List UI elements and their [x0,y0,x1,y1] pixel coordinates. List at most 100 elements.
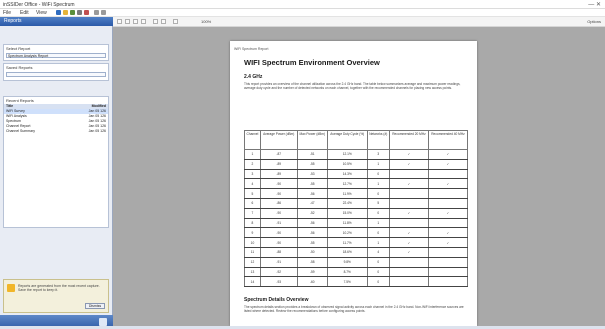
table-cell: 12.1% [327,149,368,160]
table-cell: 10.2% [327,227,368,239]
table-cell: 0 [366,227,391,239]
table-cell: 12.7% [327,178,368,190]
table-cell: -56 [296,188,329,199]
column-header: Channel [244,130,261,150]
recent-reports-label: Recent Reports [6,98,34,103]
export-icon[interactable] [84,10,89,15]
table-cell: 9 [244,227,261,239]
next-page-icon[interactable] [133,19,138,24]
open-folder-icon[interactable] [63,10,68,15]
table-cell: -90 [259,188,298,199]
table-cell: 2 [244,159,261,170]
save-icon[interactable] [70,10,75,15]
last-page-icon[interactable] [141,19,146,24]
table-cell: 6 [244,198,261,209]
dismiss-button[interactable]: Dismiss [85,303,105,309]
new-icon[interactable] [56,10,61,15]
print-icon[interactable] [77,10,82,15]
table-row: 7 -90 -52 15.0% 0 ✓ ✓ [244,208,469,219]
table-cell: 8.7% [327,267,368,278]
reports-icon[interactable] [99,318,107,326]
table-cell [389,276,429,288]
table-row: 14 -93 -60 7.5% 0 [244,276,469,288]
table-cell [389,169,429,180]
table-cell: 0 [366,276,391,288]
report-select-dropdown[interactable]: Spectrum Analysis Report [6,53,106,58]
table-cell: ✓ [427,178,469,190]
document-canvas[interactable]: WiFi Spectrum Report WIFI Spectrum Envir… [113,27,605,326]
menu-file[interactable]: File [3,10,11,16]
saved-reports-input[interactable] [6,72,106,77]
list-item-date: Jan 05 126 [88,129,106,133]
window-controls[interactable]: — ✕ [588,1,601,8]
zoom-out-icon[interactable] [161,19,166,24]
table-cell: -59 [296,267,329,278]
table-cell: ✓ [389,208,429,219]
table-cell: -92 [259,267,298,278]
notice-panel: Reports are generated from the most rece… [3,279,109,313]
zoom-level[interactable]: 100% [201,19,211,24]
menu-view[interactable]: View [36,10,47,16]
table-cell: 14 [244,276,261,288]
table-cell [389,218,429,229]
saved-reports-label: Saved Reports [6,65,33,70]
column-header: Recommended 20 MHz [389,130,429,150]
zoom-in-icon[interactable] [153,19,158,24]
table-cell [427,169,469,180]
table-cell: -90 [259,237,298,248]
table-cell: -53 [296,169,329,180]
list-item[interactable]: Channel Summary Jan 05 126 [4,129,108,134]
table-body: 1 -87 -51 12.1% 3 ✓ ✓ 2 -89 -55 10.5% 1 ✓ ✓ 3 -89 -53 14.… [244,149,469,288]
table-cell: ✓ [427,237,469,248]
channel-table: Channel Average Power (dBm) Max Power (d… [244,130,469,288]
column-header: Networks (#) [366,130,391,150]
table-row: 11 -88 -50 18.6% 4 ✓ [244,247,469,258]
document-toolbar: 100% Options [113,17,605,27]
table-row: 6 -86 -47 22.4% 5 [244,198,469,209]
table-cell: -60 [296,276,329,288]
table-row: 1 -87 -51 12.1% 3 ✓ ✓ [244,149,469,160]
options-button[interactable]: Options [587,19,601,24]
table-cell: 5 [366,198,391,209]
table-header-row: Channel Average Power (dBm) Max Power (d… [244,130,469,150]
table-cell: -91 [259,218,298,229]
undo-icon[interactable] [94,10,99,15]
table-cell [427,247,469,258]
table-cell [427,218,469,229]
table-cell: 18.6% [327,247,368,258]
table-cell: -52 [296,208,329,219]
menu-bar: File Edit View [0,9,605,17]
table-cell: 0 [366,257,391,268]
table-cell: 3 [244,169,261,180]
table-cell: 11 [244,247,261,258]
first-page-icon[interactable] [117,19,122,24]
table-cell: 8 [244,218,261,229]
prev-page-icon[interactable] [125,19,130,24]
list-item-title: Channel Summary [6,129,35,133]
table-row: 4 -90 -55 12.7% 1 ✓ ✓ [244,178,469,190]
table-row: 9 -90 -56 10.2% 0 ✓ ✓ [244,227,469,239]
table-cell: ✓ [389,247,429,258]
column-header: Average Power (dBm) [259,130,298,150]
table-cell: -51 [296,149,329,160]
table-row: 10 -90 -55 11.7% 1 ✓ ✓ [244,237,469,248]
redo-icon[interactable] [101,10,106,15]
table-cell: 3 [366,149,391,160]
table-cell: -47 [296,198,329,209]
table-cell: 22.4% [327,198,368,209]
table-cell: 0 [366,188,391,199]
print-preview-icon[interactable] [173,19,178,24]
table-cell: -56 [296,227,329,239]
section-paragraph: This report provides an overview of the … [244,82,461,90]
column-header: Average Duty Cycle (%) [327,130,368,150]
table-cell [389,188,429,199]
sidebar-header: Reports [0,17,113,26]
table-cell: ✓ [427,227,469,239]
table-cell: 11.8% [327,218,368,229]
menu-edit[interactable]: Edit [20,10,29,16]
reports-sidebar: Reports Select Report Spectrum Analysis … [0,17,113,329]
window-title: inSSIDer Office - WiFi Spectrum [3,2,75,8]
table-cell [389,267,429,278]
table-cell: 13 [244,267,261,278]
table-cell: ✓ [389,159,429,170]
